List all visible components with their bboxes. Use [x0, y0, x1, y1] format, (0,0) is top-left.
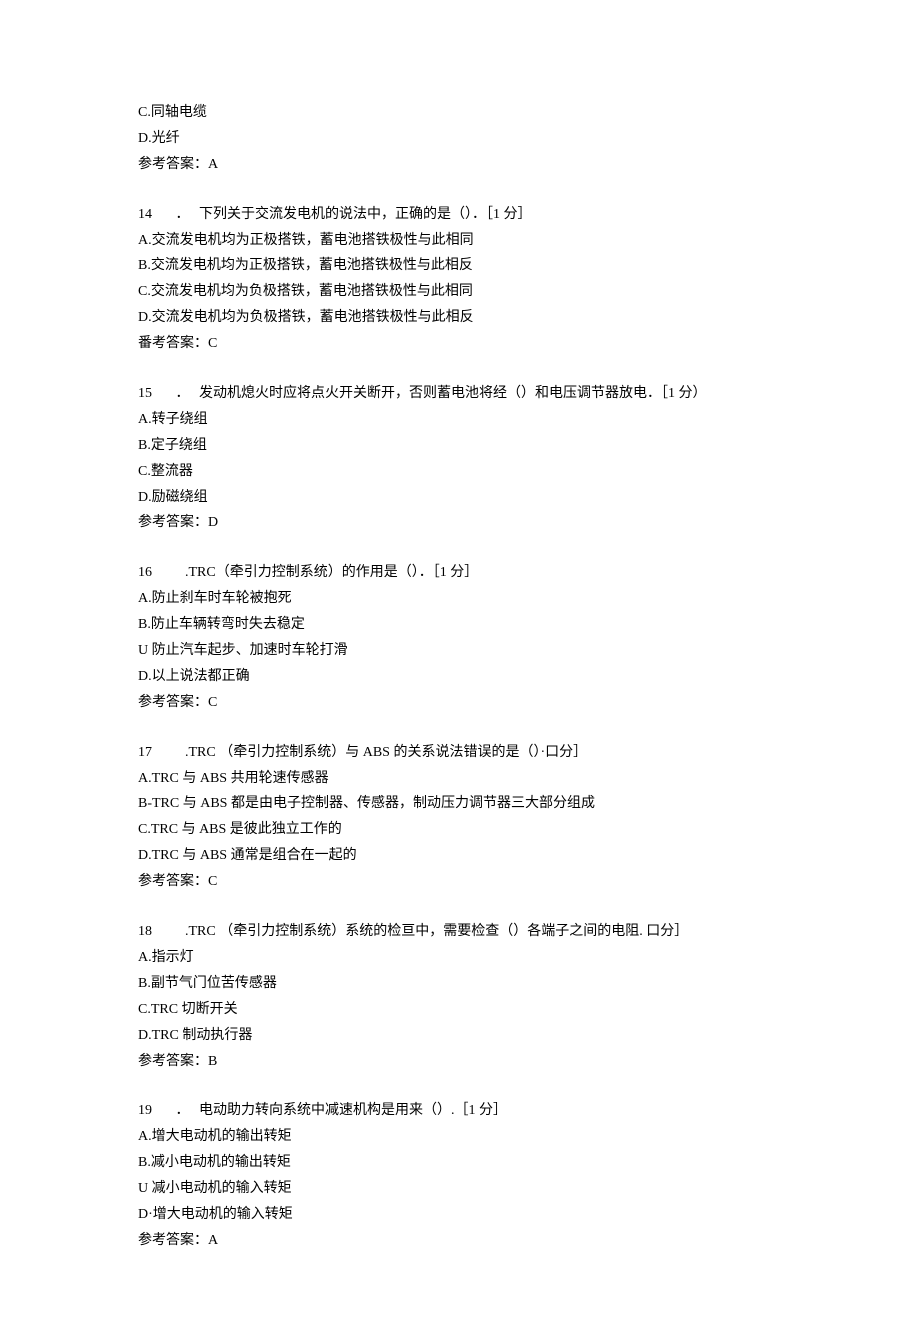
question-stem: 19 ． 电动助力转向系统中减速机构是用来（）.［1 分］	[138, 1098, 782, 1124]
answer-line: 参考答案：C	[138, 690, 782, 716]
option-line: D.交流发电机均为负极搭铁，蓄电池搭铁极性与此相反	[138, 305, 782, 331]
question-text: 下列关于交流发电机的说法中，正确的是（）．［1 分］	[199, 207, 532, 222]
question-stem: 18 .TRC （牵引力控制系统）系统的检亘中，需要检查（）各端子之间的电阻. …	[138, 919, 782, 945]
answer-line: 参考答案：A	[138, 152, 782, 178]
answer-line: 参考答案：A	[138, 1228, 782, 1254]
question-14: 14 ． 下列关于交流发电机的说法中，正确的是（）．［1 分］ A.交流发电机均…	[138, 202, 782, 357]
option-line: D.TRC 制动执行器	[138, 1023, 782, 1049]
question-stem: 15 ． 发动机熄火时应将点火开关断开，否则蓄电池将经（）和电压调节器放电．［1…	[138, 381, 782, 407]
option-line: D.励磁绕组	[138, 485, 782, 511]
question-text: .TRC （牵引力控制系统）系统的检亘中，需要检查（）各端子之间的电阻. 口分］	[185, 924, 688, 939]
question-stem: 16 .TRC（牵引力控制系统）的作用是（）．［1 分］	[138, 560, 782, 586]
option-line: D·增大电动机的输入转矩	[138, 1202, 782, 1228]
option-line: A.防止刹车时车轮被抱死	[138, 586, 782, 612]
question-number: 16	[138, 560, 160, 586]
option-line: B.交流发电机均为正极搭铁，蓄电池搭铁极性与此相反	[138, 253, 782, 279]
answer-line: 参考答案：C	[138, 869, 782, 895]
question-text: 发动机熄火时应将点火开关断开，否则蓄电池将经（）和电压调节器放电．［1 分）	[199, 386, 707, 401]
question-text: .TRC （牵引力控制系统）与 ABS 的关系说法错误的是（）·口分］	[185, 745, 587, 760]
option-line: A.交流发电机均为正极搭铁，蓄电池搭铁极性与此相同	[138, 228, 782, 254]
question-19: 19 ． 电动助力转向系统中减速机构是用来（）.［1 分］ A.增大电动机的输出…	[138, 1098, 782, 1253]
question-number: 19	[138, 1098, 160, 1124]
option-line: C.TRC 切断开关	[138, 997, 782, 1023]
answer-line: 参考答案：B	[138, 1049, 782, 1075]
option-line: A.TRC 与 ABS 共用轮速传感器	[138, 766, 782, 792]
question-17: 17 .TRC （牵引力控制系统）与 ABS 的关系说法错误的是（）·口分］ A…	[138, 740, 782, 895]
question-number: 17	[138, 740, 160, 766]
question-dot: ．	[176, 381, 190, 407]
option-line: B.防止车辆转弯时失去稳定	[138, 612, 782, 638]
answer-line: 参考答案：D	[138, 510, 782, 536]
option-line: B.减小电动机的输出转矩	[138, 1150, 782, 1176]
question-stem: 17 .TRC （牵引力控制系统）与 ABS 的关系说法错误的是（）·口分］	[138, 740, 782, 766]
question-stem: 14 ． 下列关于交流发电机的说法中，正确的是（）．［1 分］	[138, 202, 782, 228]
option-line: D.TRC 与 ABS 通常是组合在一起的	[138, 843, 782, 869]
question-text: .TRC（牵引力控制系统）的作用是（）．［1 分］	[185, 565, 478, 580]
question-18: 18 .TRC （牵引力控制系统）系统的检亘中，需要检查（）各端子之间的电阻. …	[138, 919, 782, 1074]
option-line: A.增大电动机的输出转矩	[138, 1124, 782, 1150]
question-dot: ．	[176, 202, 190, 228]
option-line: C.同轴电缆	[138, 100, 782, 126]
option-line: U 减小电动机的输入转矩	[138, 1176, 782, 1202]
answer-line: 番考答案：C	[138, 331, 782, 357]
option-line: B.副节气门位苦传感器	[138, 971, 782, 997]
option-line: U 防止汽车起步、加速时车轮打滑	[138, 638, 782, 664]
prefix-block: C.同轴电缆 D.光纤 参考答案：A	[138, 100, 782, 178]
question-16: 16 .TRC（牵引力控制系统）的作用是（）．［1 分］ A.防止刹车时车轮被抱…	[138, 560, 782, 715]
option-line: C.TRC 与 ABS 是彼此独立工作的	[138, 817, 782, 843]
option-line: B.定子绕组	[138, 433, 782, 459]
question-dot: ．	[176, 1098, 190, 1124]
question-text: 电动助力转向系统中减速机构是用来（）.［1 分］	[199, 1103, 507, 1118]
option-line: A.转子绕组	[138, 407, 782, 433]
option-line: D.光纤	[138, 126, 782, 152]
option-line: B-TRC 与 ABS 都是由电子控制器、传感器，制动压力调节器三大部分组成	[138, 791, 782, 817]
option-line: C.交流发电机均为负极搭铁，蓄电池搭铁极性与此相同	[138, 279, 782, 305]
question-number: 15	[138, 381, 160, 407]
question-15: 15 ． 发动机熄火时应将点火开关断开，否则蓄电池将经（）和电压调节器放电．［1…	[138, 381, 782, 536]
option-line: A.指示灯	[138, 945, 782, 971]
question-number: 18	[138, 919, 160, 945]
option-line: D.以上说法都正确	[138, 664, 782, 690]
option-line: C.整流器	[138, 459, 782, 485]
question-number: 14	[138, 202, 160, 228]
